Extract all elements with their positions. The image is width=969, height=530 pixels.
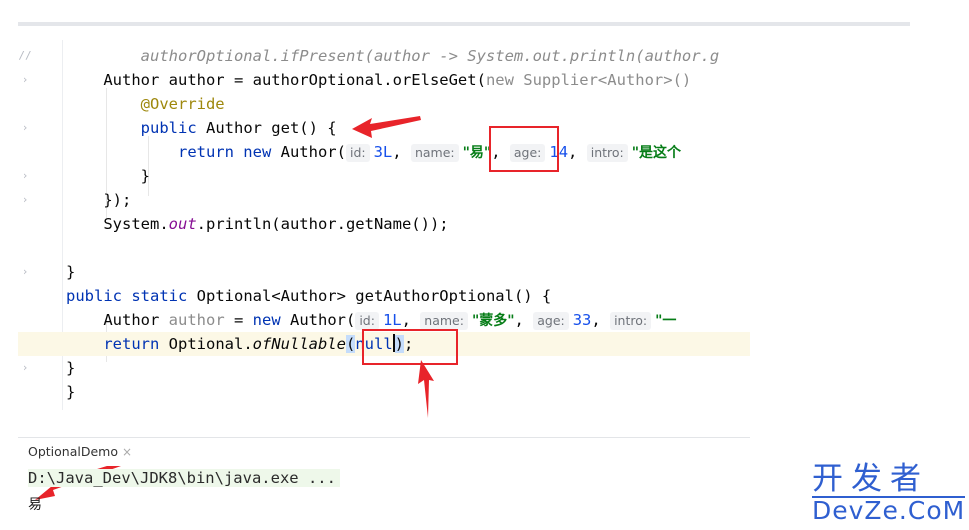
run-console-header: OptionalDemo ×: [18, 437, 750, 466]
watermark-logo: 开发者 DevZe.CoM: [812, 461, 966, 525]
console-tab[interactable]: OptionalDemo ×: [28, 444, 132, 459]
console-tab-label: OptionalDemo: [28, 444, 118, 459]
console-command-line: D:\Java_Dev\JDK8\bin\java.exe ...: [28, 469, 340, 487]
watermark-cn: 开发者: [812, 461, 929, 497]
close-icon[interactable]: ×: [122, 445, 132, 459]
console-output-line: 易: [28, 497, 42, 513]
watermark-en: DevZe.CoM: [812, 496, 966, 525]
